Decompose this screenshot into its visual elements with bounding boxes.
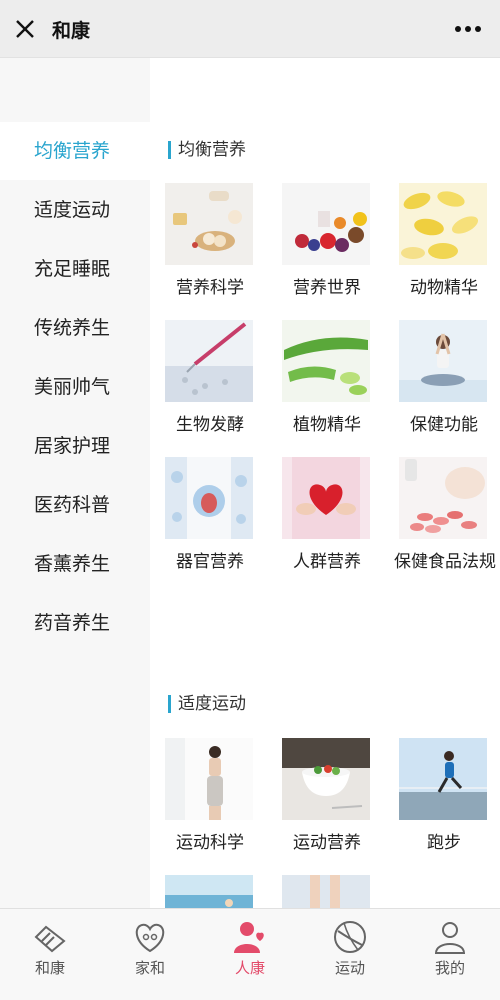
close-button[interactable] <box>10 14 40 44</box>
tile-label: 运动科学 <box>176 833 244 853</box>
app-screen: 和康 均衡营养 适度运动 充足睡眠 传统养生 美丽帅气 居家护理 医药科普 香薰… <box>0 0 500 1000</box>
content-panel: 均衡营养 营养科学 营养世界 动物精华 生物发酵 植物精华 保健功能 器官营养 … <box>150 58 500 908</box>
tile-label: 器官营养 <box>176 552 244 572</box>
section-title-exercise: 适度运动 <box>168 692 246 716</box>
tile-health-function[interactable]: 保健功能 <box>394 320 500 440</box>
runner-image <box>399 738 487 820</box>
tile-label: 营养科学 <box>176 278 244 298</box>
tile-organ-nutrition[interactable]: 器官营养 <box>160 457 270 577</box>
tile-bio-fermentation[interactable]: 生物发酵 <box>160 320 270 440</box>
nav-tab-wode[interactable]: 我的 <box>400 909 500 1000</box>
nav-tab-jiahe[interactable]: 家和 <box>100 909 200 1000</box>
sidebar-item-beauty[interactable]: 美丽帅气 <box>0 358 150 416</box>
fruits-image <box>282 183 370 265</box>
close-icon <box>16 20 34 38</box>
legs-image <box>282 875 370 908</box>
pipette-lab-image <box>165 320 253 402</box>
tile-nutrition-world[interactable]: 营养世界 <box>277 183 387 303</box>
tile-label: 保健食品法规 <box>394 552 496 572</box>
sidebar-item-sleep[interactable]: 充足睡眠 <box>0 240 150 298</box>
top-bar: 和康 <box>0 0 500 58</box>
tile-label: 跑步 <box>427 833 461 853</box>
tile-group-nutrition[interactable]: 人群营养 <box>277 457 387 577</box>
tile-plant-essence[interactable]: 植物精华 <box>277 320 387 440</box>
tile-label: 植物精华 <box>293 415 361 435</box>
tile-health-food-regulation[interactable]: 保健食品法规 <box>394 457 500 577</box>
sidebar-item-home-care[interactable]: 居家护理 <box>0 417 150 475</box>
user-icon <box>434 922 466 954</box>
sidebar-item-aroma[interactable]: 香薰养生 <box>0 535 150 593</box>
nav-label: 我的 <box>434 959 465 977</box>
sidebar-item-nutrition[interactable]: 均衡营养 <box>0 122 150 180</box>
sidebar-item-traditional[interactable]: 传统养生 <box>0 299 150 357</box>
nav-tab-yundong[interactable]: 运动 <box>300 909 400 1000</box>
more-button[interactable] <box>450 14 486 44</box>
sidebar-item-music[interactable]: 药音养生 <box>0 594 150 652</box>
swimming-image <box>165 875 253 908</box>
salad-bowl-image <box>282 738 370 820</box>
tile-label: 运动营养 <box>293 833 361 853</box>
nav-label: 家和 <box>134 959 165 977</box>
section-title-nutrition: 均衡营养 <box>168 138 246 162</box>
sidebar-item-medicine[interactable]: 医药科普 <box>0 476 150 534</box>
person-heart-icon <box>234 922 264 953</box>
tile-exercise-science[interactable]: 运动科学 <box>160 738 270 858</box>
tile-label: 营养世界 <box>293 278 361 298</box>
tile-label: 保健功能 <box>410 415 478 435</box>
tile-label: 生物发酵 <box>176 415 244 435</box>
tile-legs[interactable] <box>277 875 387 908</box>
nav-label: 人康 <box>234 959 265 977</box>
tile-nutrition-science[interactable]: 营养科学 <box>160 183 270 303</box>
page-title: 和康 <box>52 20 91 42</box>
food-platter-image <box>165 183 253 265</box>
category-sidebar: 均衡营养 适度运动 充足睡眠 传统养生 美丽帅气 居家护理 医药科普 香薰养生 … <box>0 58 150 908</box>
fitness-woman-image <box>165 738 253 820</box>
tile-label: 人群营养 <box>293 552 361 572</box>
handshake-icon <box>34 925 66 953</box>
doctor-organ-image <box>165 457 253 539</box>
tile-running[interactable]: 跑步 <box>394 738 500 858</box>
heart-family-icon <box>135 923 165 953</box>
more-dots-icon <box>455 26 481 32</box>
capsules-image <box>399 183 487 265</box>
nav-tab-hekang[interactable]: 和康 <box>0 909 100 1000</box>
nav-label: 运动 <box>334 959 365 977</box>
tile-label: 动物精华 <box>410 278 478 298</box>
tile-swimming[interactable] <box>160 875 270 908</box>
nav-tab-renkang[interactable]: 人康 <box>200 909 300 1000</box>
tile-exercise-nutrition[interactable]: 运动营养 <box>277 738 387 858</box>
tile-animal-essence[interactable]: 动物精华 <box>394 183 500 303</box>
heart-hands-image <box>282 457 370 539</box>
yoga-image <box>399 320 487 402</box>
sidebar-item-exercise[interactable]: 适度运动 <box>0 181 150 239</box>
pills-bottle-image <box>399 457 487 539</box>
nav-label: 和康 <box>34 959 65 977</box>
ball-icon <box>334 921 366 953</box>
bottom-navigation: 和康 家和 人康 运动 我的 <box>0 908 500 1000</box>
aloe-vera-image <box>282 320 370 402</box>
